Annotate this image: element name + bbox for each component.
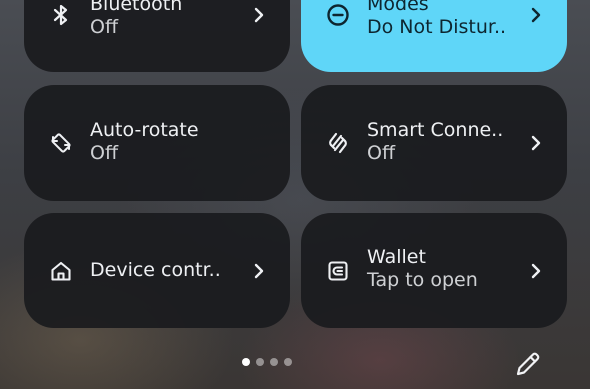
page-dot-current (242, 358, 250, 366)
modes-status: Do Not Distur.. (367, 16, 507, 38)
bluetooth-status: Off (90, 16, 119, 38)
chevron-right-icon (531, 263, 541, 279)
modes-title: Modes (367, 0, 429, 15)
chevron-right-icon (254, 7, 264, 23)
smart-connect-status: Off (367, 142, 396, 164)
auto-rotate-tile[interactable]: Auto-rotate Off (24, 85, 290, 201)
device-controls-tile[interactable]: Device contr.. (24, 213, 290, 328)
page-dot (284, 358, 292, 366)
page-dot (270, 358, 278, 366)
chevron-right-icon (531, 135, 541, 151)
wallet-tile[interactable]: Wallet Tap to open (301, 213, 567, 328)
smart-connect-icon (325, 130, 351, 156)
chevron-right-icon (254, 263, 264, 279)
pencil-icon[interactable] (514, 350, 542, 378)
home-icon (48, 258, 74, 284)
wallet-title: Wallet (367, 246, 426, 268)
wallet-subtitle: Tap to open (367, 269, 478, 291)
smart-connect-tile[interactable]: Smart Conne.. Off (301, 85, 567, 201)
auto-rotate-title: Auto-rotate (90, 119, 199, 141)
page-indicator (242, 358, 292, 366)
modes-tile[interactable]: Modes Do Not Distur.. (301, 0, 567, 72)
rotate-icon (48, 130, 74, 156)
bluetooth-icon (48, 2, 74, 28)
do-not-disturb-icon (325, 2, 351, 28)
auto-rotate-status: Off (90, 142, 119, 164)
bluetooth-tile[interactable]: Bluetooth Off (24, 0, 290, 72)
smart-connect-title: Smart Conne.. (367, 119, 504, 141)
device-controls-title: Device contr.. (90, 259, 221, 281)
wallet-icon (325, 258, 351, 284)
bluetooth-title: Bluetooth (90, 0, 183, 15)
page-dot (256, 358, 264, 366)
chevron-right-icon (531, 7, 541, 23)
